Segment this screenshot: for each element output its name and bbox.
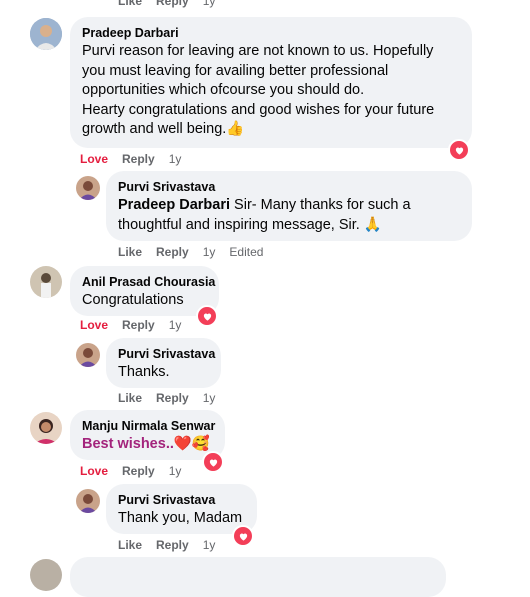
- timestamp[interactable]: 1y: [169, 464, 182, 478]
- comment-bubble: Purvi Srivastava Thank you, Madam: [106, 484, 257, 534]
- comment-author[interactable]: Purvi Srivastava: [118, 346, 215, 363]
- timestamp[interactable]: 1y: [203, 245, 216, 259]
- avatar[interactable]: [30, 18, 62, 50]
- like-button[interactable]: Like: [118, 0, 142, 8]
- like-button[interactable]: Like: [118, 538, 142, 552]
- timestamp[interactable]: 1y: [203, 391, 216, 405]
- comment-text: Thank you, Madam: [118, 510, 243, 526]
- avatar[interactable]: [30, 412, 62, 444]
- avatar[interactable]: [76, 343, 100, 367]
- edited-label: Edited: [229, 245, 264, 259]
- comment-bubble: Purvi Srivastava Pradeep Darbari Sir- Ma…: [106, 171, 472, 241]
- comment-text: Purvi reason for leaving are not known t…: [82, 43, 435, 137]
- comment-actions: Like Reply 1y: [118, 391, 229, 405]
- comment-text: Congratulations: [82, 292, 184, 308]
- comment-text: Best wishes..❤️🥰: [82, 436, 210, 452]
- comment-author[interactable]: Manju Nirmala Senwar: [82, 418, 215, 435]
- comment-actions: Love Reply 1y: [80, 152, 195, 166]
- heart-face-emoji: ❤️🥰: [173, 436, 210, 452]
- heart-reaction-icon[interactable]: [232, 525, 254, 547]
- reply-button[interactable]: Reply: [156, 0, 189, 8]
- comment-author[interactable]: Anil Prasad Chourasia: [82, 274, 215, 291]
- timestamp[interactable]: 1y: [169, 152, 182, 166]
- timestamp[interactable]: 1y: [169, 318, 182, 332]
- comment-author[interactable]: Purvi Srivastava: [118, 179, 460, 196]
- comment-text: Pradeep Darbari Sir- Many thanks for suc…: [118, 197, 411, 233]
- reply-button[interactable]: Reply: [122, 152, 155, 166]
- comment-actions-top: Like Reply 1y: [118, 0, 229, 8]
- reply-button[interactable]: Reply: [122, 318, 155, 332]
- love-button[interactable]: Love: [80, 152, 108, 166]
- like-button[interactable]: Like: [118, 245, 142, 259]
- comment-actions: Love Reply 1y: [80, 464, 195, 478]
- love-button[interactable]: Love: [80, 318, 108, 332]
- heart-reaction-icon[interactable]: [448, 139, 470, 161]
- heart-reaction-icon[interactable]: [196, 305, 218, 327]
- avatar[interactable]: [76, 176, 100, 200]
- avatar[interactable]: [30, 559, 62, 591]
- comment-author[interactable]: Pradeep Darbari: [82, 25, 460, 42]
- comment-text: Thanks.: [118, 364, 170, 380]
- heart-reaction-icon[interactable]: [202, 451, 224, 473]
- mention-link[interactable]: Pradeep Darbari: [118, 197, 230, 213]
- timestamp[interactable]: 1y: [203, 0, 216, 8]
- timestamp[interactable]: 1y: [203, 538, 216, 552]
- reply-button[interactable]: Reply: [156, 245, 189, 259]
- comment-actions: Love Reply 1y: [80, 318, 195, 332]
- reply-button[interactable]: Reply: [122, 464, 155, 478]
- thumbs-up-emoji: 👍: [226, 121, 245, 137]
- avatar[interactable]: [30, 266, 62, 298]
- comment-actions: Like Reply 1y: [118, 538, 229, 552]
- comment-bubble: Pradeep Darbari Purvi reason for leaving…: [70, 17, 472, 148]
- comment-bubble: [70, 557, 446, 597]
- comment-author[interactable]: Purvi Srivastava: [118, 492, 245, 509]
- comment-actions: Like Reply 1y Edited: [118, 245, 277, 259]
- comment-bubble: Purvi Srivastava Thanks.: [106, 338, 221, 388]
- reply-button[interactable]: Reply: [156, 538, 189, 552]
- love-button[interactable]: Love: [80, 464, 108, 478]
- comment-bubble: Anil Prasad Chourasia Congratulations: [70, 266, 219, 316]
- reply-button[interactable]: Reply: [156, 391, 189, 405]
- comment-bubble: Manju Nirmala Senwar Best wishes..❤️🥰: [70, 410, 225, 460]
- pray-emoji: 🙏: [363, 216, 382, 233]
- like-button[interactable]: Like: [118, 391, 142, 405]
- avatar[interactable]: [76, 489, 100, 513]
